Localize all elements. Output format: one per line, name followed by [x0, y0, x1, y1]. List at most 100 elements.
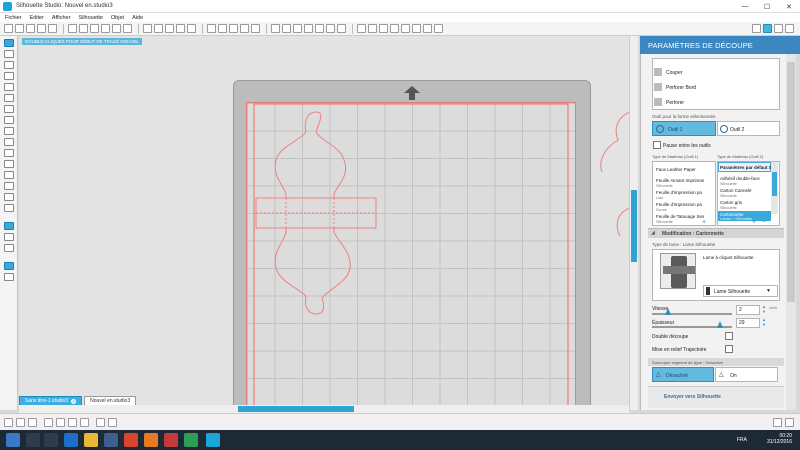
material-item[interactable]: Carton Cannelé — [720, 188, 752, 193]
close-button[interactable]: ✕ — [778, 0, 800, 13]
thickness-stepper-icon[interactable]: ▲ ▼ — [762, 317, 766, 327]
smooth-freehand-tool-icon[interactable] — [3, 149, 14, 157]
speed-slider-knob[interactable] — [665, 308, 671, 315]
open-file-icon[interactable] — [15, 24, 24, 33]
polygon-tool-icon[interactable] — [3, 105, 14, 113]
knife-tool-icon[interactable] — [3, 182, 14, 190]
copy-icon[interactable] — [79, 24, 88, 33]
quick-group-icon[interactable] — [44, 418, 53, 427]
language-indicator[interactable]: FRA — [737, 437, 747, 443]
firefox-icon[interactable] — [144, 433, 158, 447]
chrome-app-icon[interactable] — [184, 433, 198, 447]
save-icon[interactable] — [26, 24, 35, 33]
quick-release-icon[interactable] — [80, 418, 89, 427]
page-setup-icon[interactable] — [401, 24, 410, 33]
track-enhance-checkbox[interactable] — [725, 345, 733, 353]
remove-material-icon[interactable]: − — [762, 219, 766, 226]
text-style-icon[interactable] — [357, 24, 366, 33]
material-item[interactable]: Carton gris — [720, 200, 742, 205]
eraser-tool-icon[interactable] — [3, 171, 14, 179]
search-icon[interactable] — [26, 433, 40, 447]
grid-view-icon[interactable] — [3, 273, 14, 281]
offset-icon[interactable] — [326, 24, 335, 33]
menu-help[interactable]: Aide — [132, 15, 143, 21]
task-view-icon[interactable] — [44, 433, 58, 447]
material-list-scroll-thumb[interactable] — [772, 172, 777, 196]
tab-nouvel[interactable]: Nouvel en.studio3 — [84, 396, 137, 405]
rounded-rect-tool-icon[interactable] — [3, 83, 14, 91]
rectangle-tool-icon[interactable] — [3, 72, 14, 80]
group-icon[interactable] — [154, 24, 163, 33]
print-icon[interactable] — [37, 24, 46, 33]
replicate-icon[interactable] — [271, 24, 280, 33]
library-icon[interactable] — [423, 24, 432, 33]
text-tool-icon[interactable] — [3, 160, 14, 168]
registration-icon[interactable] — [412, 24, 421, 33]
cut-settings-small-icon[interactable] — [785, 418, 794, 427]
mode-perforate-edge[interactable]: Perforer Bord — [666, 85, 696, 91]
zoom-out-icon[interactable] — [229, 24, 238, 33]
file-explorer-icon[interactable] — [84, 433, 98, 447]
windows-start-icon[interactable] — [6, 433, 20, 447]
undo-icon[interactable] — [112, 24, 121, 33]
menu-edit[interactable]: Editer — [30, 15, 44, 21]
modify-icon[interactable] — [390, 24, 399, 33]
delete-icon[interactable] — [101, 24, 110, 33]
media-player-icon[interactable] — [164, 433, 178, 447]
add-material-icon-2[interactable]: + — [752, 219, 756, 226]
canvas-vertical-scroll-thumb[interactable] — [631, 190, 637, 262]
edge-browser-icon[interactable] — [64, 433, 78, 447]
trace-icon[interactable] — [337, 24, 346, 33]
material-item[interactable]: Feuille d'impression pa — [656, 202, 702, 207]
redo-icon[interactable] — [123, 24, 132, 33]
design-page-icon[interactable] — [3, 222, 14, 230]
pan-icon[interactable] — [207, 24, 216, 33]
settings-gear-icon[interactable] — [773, 418, 782, 427]
minimize-button[interactable]: — — [734, 0, 756, 13]
paint-bucket-icon[interactable] — [3, 204, 14, 212]
store-app-icon[interactable] — [104, 433, 118, 447]
align-icon[interactable] — [293, 24, 302, 33]
zoom-page-icon[interactable] — [251, 24, 260, 33]
store-page-icon[interactable] — [3, 244, 14, 252]
pause-tools-checkbox[interactable] — [653, 141, 661, 149]
freehand-tool-icon[interactable] — [3, 138, 14, 146]
material-item[interactable]: Adhésif double-face — [720, 176, 760, 181]
arc-tool-icon[interactable] — [3, 127, 14, 135]
material-item[interactable]: Faux Leather Paper — [656, 167, 696, 172]
cut-send-icon[interactable] — [774, 24, 783, 33]
menu-object[interactable]: Objet — [111, 15, 124, 21]
chrome-icon[interactable] — [124, 433, 138, 447]
send-to-silhouette-button[interactable]: Envoyer vers Silhouette — [664, 394, 721, 400]
quick-duplicate-icon[interactable] — [16, 418, 25, 427]
print-panel-icon[interactable] — [785, 24, 794, 33]
zoom-in-icon[interactable] — [218, 24, 227, 33]
quick-compound-icon[interactable] — [68, 418, 77, 427]
quick-delete-icon[interactable] — [28, 418, 37, 427]
speed-slider-track[interactable] — [652, 313, 732, 315]
tab-sans-titre[interactable]: Sans titre-1.studio3 ✕ — [19, 396, 83, 405]
offpage-shape[interactable] — [594, 112, 630, 252]
mode-perforate[interactable]: Perforer — [666, 100, 684, 106]
bring-front-icon[interactable] — [176, 24, 185, 33]
menu-view[interactable]: Afficher — [52, 15, 71, 21]
fill-icon[interactable] — [304, 24, 313, 33]
quick-select-icon[interactable] — [4, 418, 13, 427]
transform-icon[interactable] — [368, 24, 377, 33]
silhouette-studio-icon[interactable] — [206, 433, 220, 447]
thickness-slider-knob[interactable] — [717, 321, 723, 328]
weld-icon[interactable] — [379, 24, 388, 33]
material-item[interactable]: Feuille d'impression pa — [656, 190, 702, 195]
mirror-icon[interactable] — [282, 24, 291, 33]
zoom-select-icon[interactable] — [240, 24, 249, 33]
material-item[interactable]: Feuille Aimant Impriman — [656, 178, 704, 183]
menu-silhouette[interactable]: Silhouette — [78, 15, 102, 21]
menu-file[interactable]: Fichier — [5, 15, 22, 21]
box-template-shape[interactable] — [246, 102, 576, 410]
select-all-icon[interactable] — [143, 24, 152, 33]
add-material-icon[interactable]: + — [702, 219, 706, 226]
library-page-icon[interactable] — [3, 233, 14, 241]
ellipse-tool-icon[interactable] — [3, 94, 14, 102]
ungroup-icon[interactable] — [165, 24, 174, 33]
edit-points-icon[interactable] — [3, 50, 14, 58]
